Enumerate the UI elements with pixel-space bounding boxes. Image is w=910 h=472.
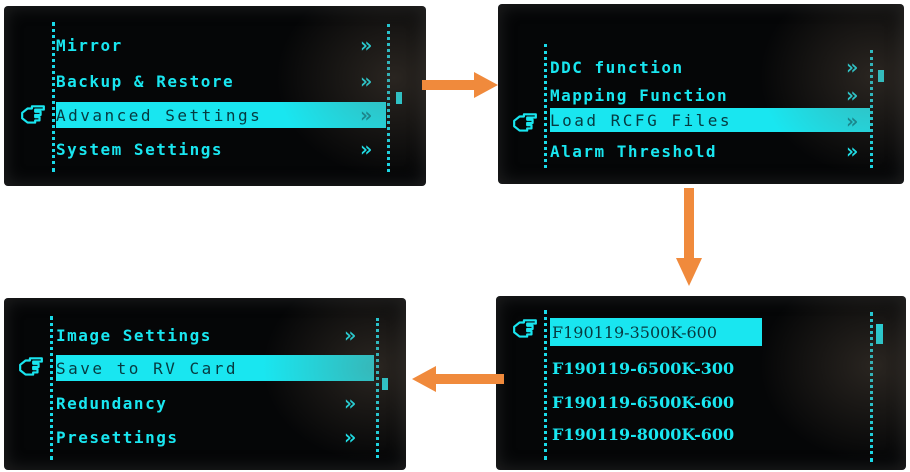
menu-item-label: Backup & Restore: [56, 71, 235, 91]
double-chevron-right-icon: »: [846, 109, 859, 133]
file-item-label: F190119-6500K-300: [552, 358, 735, 378]
flow-arrow-right-icon: [422, 72, 498, 98]
menu-item-label: Image Settings: [56, 325, 212, 345]
pointing-hand-icon: [18, 356, 44, 378]
menu-screen-main: Mirror » Backup & Restore » Advanced Set…: [4, 6, 426, 186]
scrollbar-thumb[interactable]: [876, 324, 883, 344]
double-chevron-right-icon: »: [360, 103, 373, 127]
double-chevron-right-icon: »: [846, 139, 859, 163]
menu-item-mapping-function[interactable]: Mapping Function: [550, 82, 868, 108]
file-item[interactable]: F190119-6500K-300: [552, 354, 812, 382]
menu-item-label: Mapping Function: [550, 85, 729, 105]
scrollbar[interactable]: [870, 50, 873, 168]
file-item-selected[interactable]: F190119-3500K-600: [550, 318, 762, 346]
menu-item-label: Presettings: [56, 427, 179, 447]
menu-screen-advanced: DDC function » Mapping Function » Load R…: [498, 4, 904, 184]
menu-item-system-settings[interactable]: System Settings: [56, 136, 386, 162]
file-item-label: F190119-3500K-600: [552, 322, 718, 342]
scrollbar[interactable]: [387, 24, 390, 172]
menu-item-label: Mirror: [56, 35, 123, 55]
scrollbar-thumb[interactable]: [396, 92, 402, 104]
flow-arrow-down-icon: [676, 188, 702, 286]
double-chevron-right-icon: »: [360, 69, 373, 93]
menu-item-save-to-rv-card[interactable]: Save to RV Card: [56, 355, 374, 381]
file-item[interactable]: F190119-8000K-600: [552, 420, 812, 448]
menu-item-label: System Settings: [56, 139, 223, 159]
file-item[interactable]: F190119-6500K-600: [552, 388, 812, 416]
double-chevron-right-icon: »: [344, 391, 357, 415]
pointing-hand-icon: [20, 104, 46, 126]
menu-item-backup-restore[interactable]: Backup & Restore: [56, 68, 386, 94]
list-left-border: [544, 310, 547, 460]
menu-item-label: DDC function: [550, 57, 684, 77]
menu-item-mirror[interactable]: Mirror: [56, 32, 386, 58]
menu-item-advanced-settings[interactable]: Advanced Settings: [56, 102, 386, 128]
double-chevron-right-icon: »: [344, 323, 357, 347]
menu-item-label: Alarm Threshold: [550, 141, 717, 161]
menu-item-label: Advanced Settings: [56, 105, 263, 125]
double-chevron-right-icon: »: [360, 33, 373, 57]
menu-item-load-rcfg-files[interactable]: Load RCFG Files: [550, 108, 870, 132]
double-chevron-right-icon: »: [846, 55, 859, 79]
menu-item-ddc-function[interactable]: DDC function: [550, 54, 868, 80]
flow-arrow-left-icon: [412, 366, 504, 392]
menu-item-redundancy[interactable]: Redundancy: [56, 390, 374, 416]
menu-screen-system: Image Settings » Save to RV Card Redunda…: [4, 298, 406, 470]
menu-left-border: [52, 22, 55, 172]
menu-item-image-settings[interactable]: Image Settings: [56, 322, 374, 348]
menu-left-border: [544, 44, 547, 168]
menu-item-label: Redundancy: [56, 393, 168, 413]
menu-left-border: [50, 316, 53, 460]
double-chevron-right-icon: »: [846, 83, 859, 107]
pointing-hand-icon: [512, 318, 538, 340]
scrollbar[interactable]: [376, 318, 379, 458]
scrollbar-thumb[interactable]: [382, 378, 388, 390]
file-list-screen: F190119-3500K-600 F190119-6500K-300 F190…: [496, 296, 906, 470]
double-chevron-right-icon: »: [344, 425, 357, 449]
file-item-label: F190119-8000K-600: [552, 424, 735, 444]
menu-item-presettings[interactable]: Presettings: [56, 424, 374, 450]
file-item-label: F190119-6500K-600: [552, 392, 735, 412]
menu-item-alarm-threshold[interactable]: Alarm Threshold: [550, 138, 868, 164]
scrollbar-thumb[interactable]: [878, 70, 884, 82]
pointing-hand-icon: [512, 112, 538, 134]
double-chevron-right-icon: »: [360, 137, 373, 161]
menu-item-label: Save to RV Card: [56, 358, 238, 378]
menu-item-label: Load RCFG Files: [550, 110, 732, 130]
scrollbar[interactable]: [870, 312, 873, 462]
